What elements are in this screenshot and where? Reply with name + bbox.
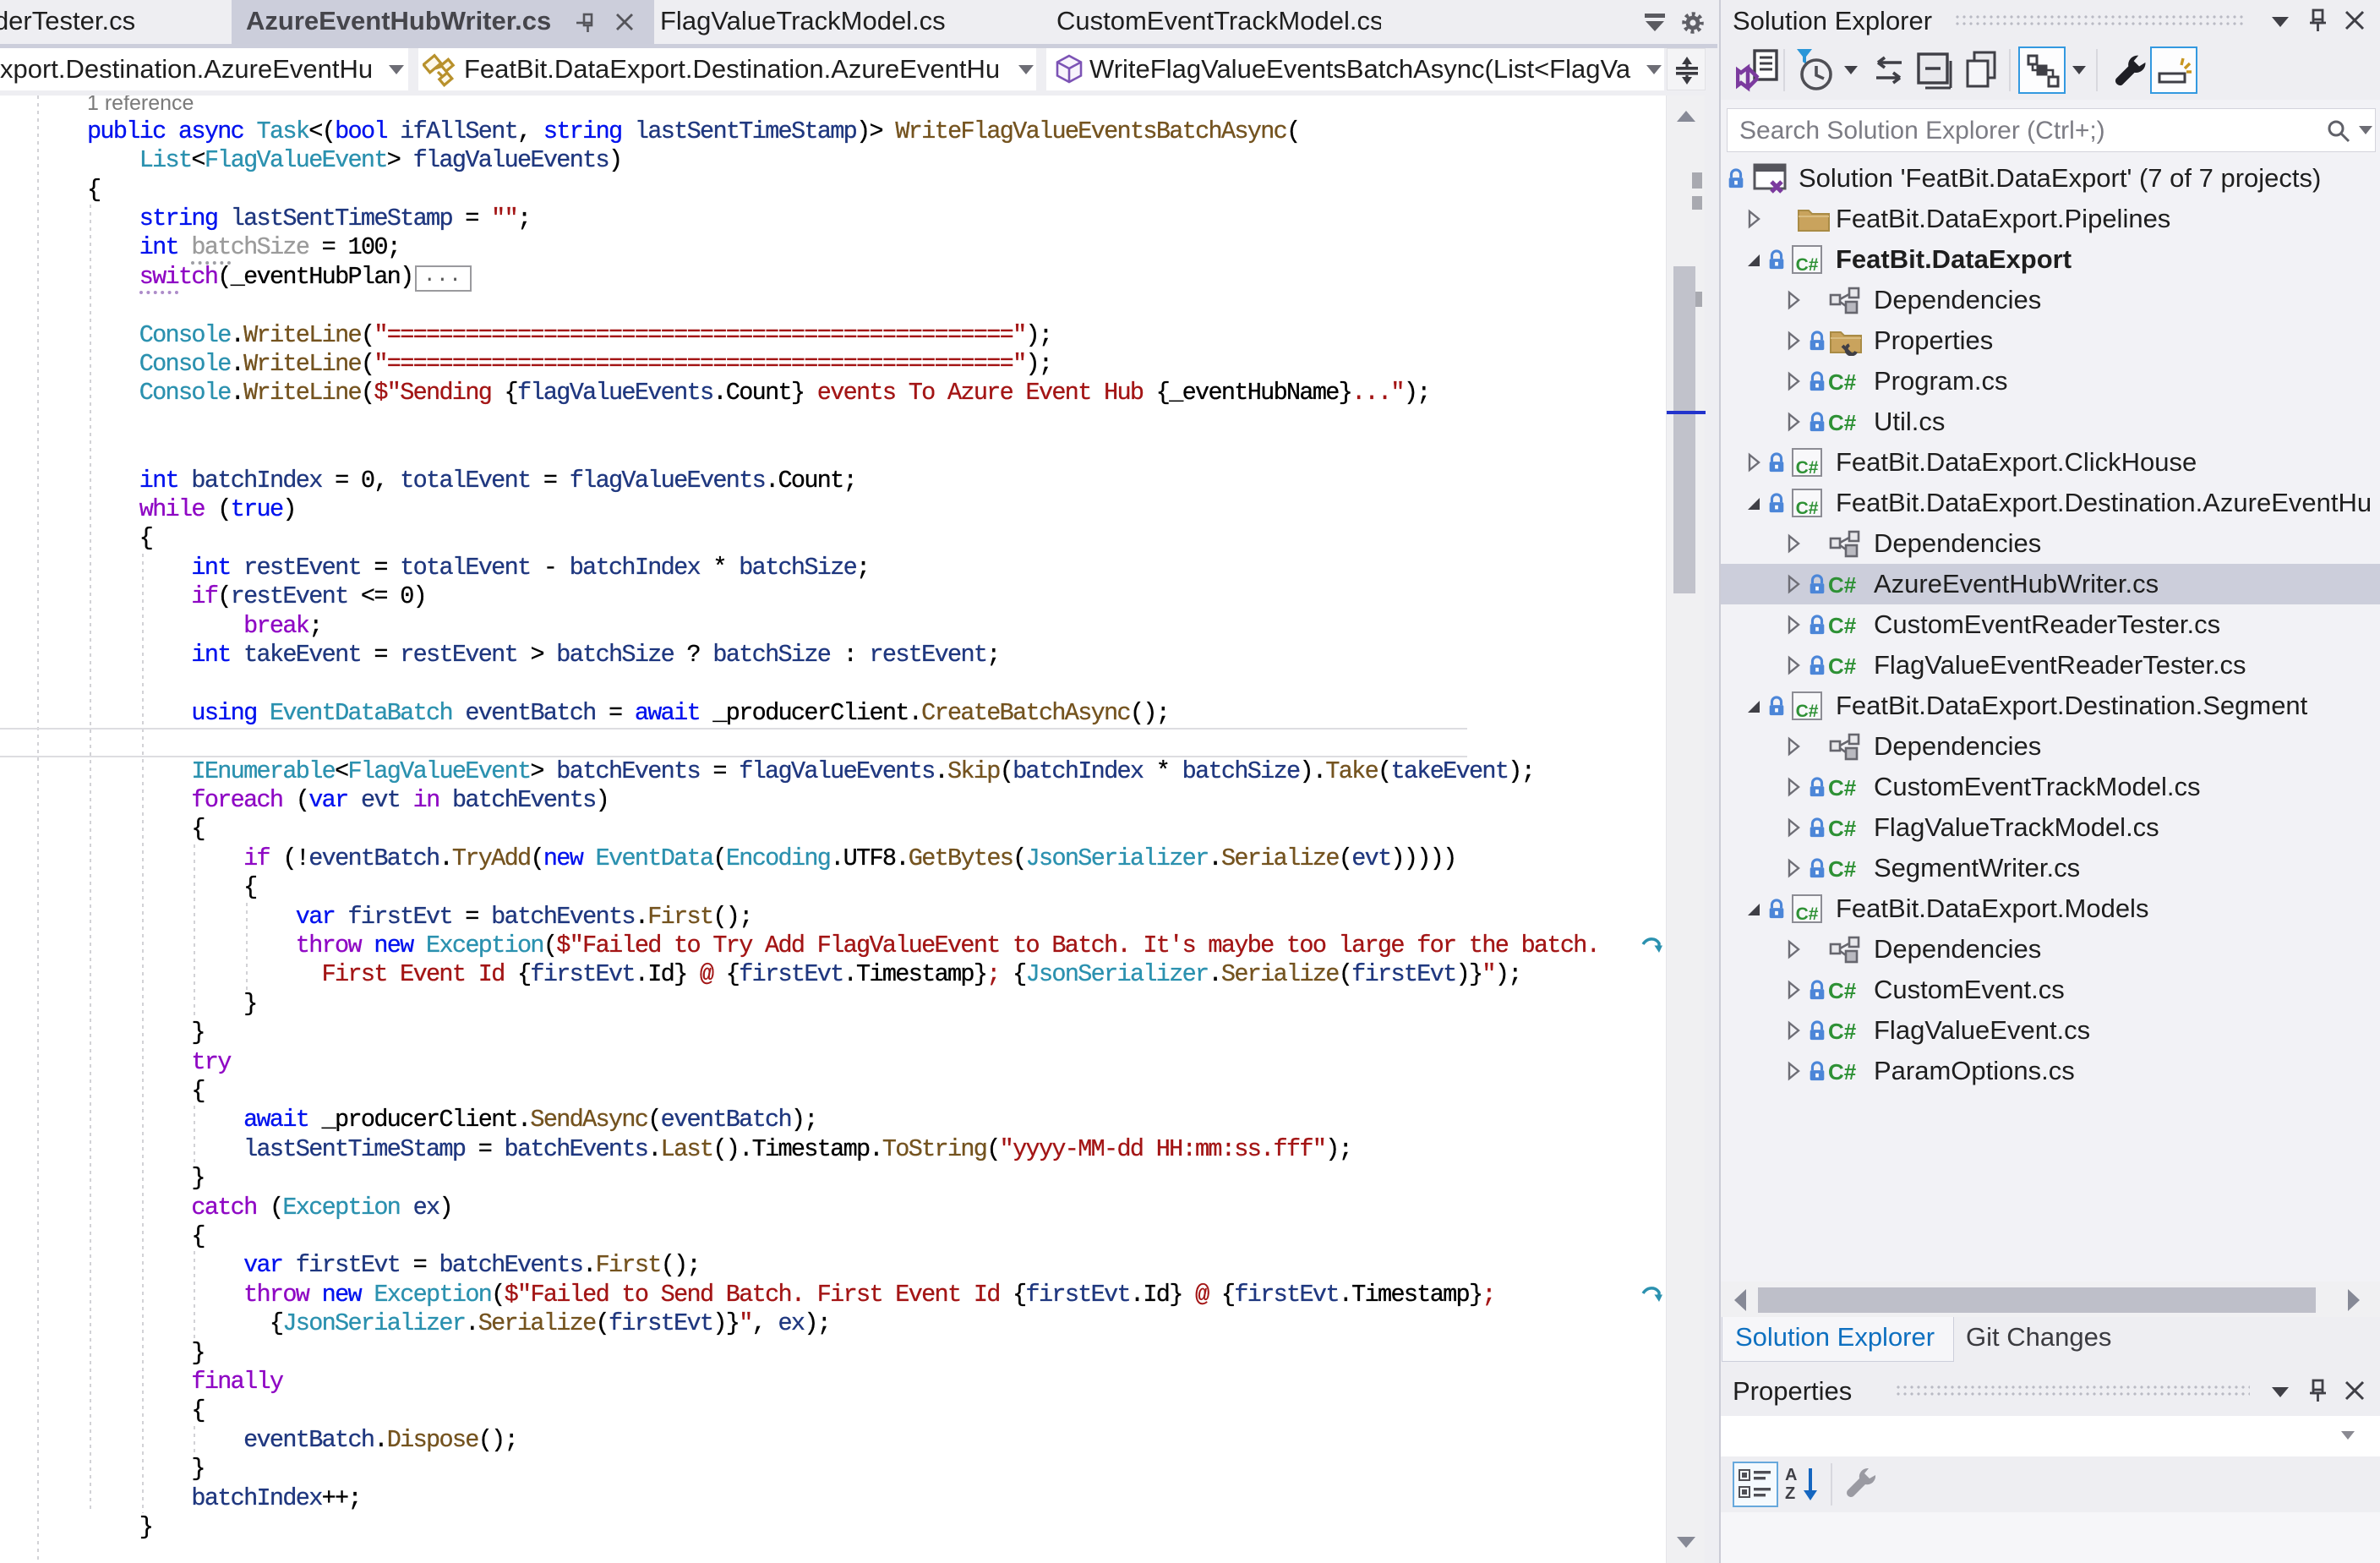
svg-text:Z: Z (1785, 1484, 1795, 1503)
svg-text:A: A (1785, 1466, 1797, 1484)
